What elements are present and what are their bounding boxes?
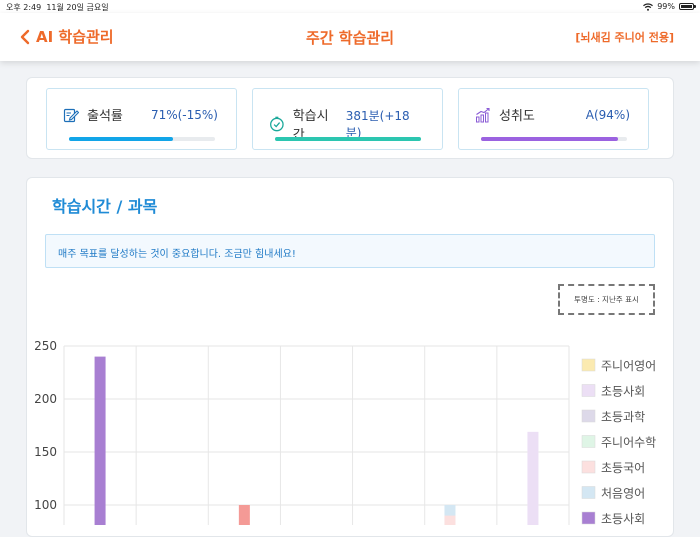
legend-label[interactable]: 처음영어: [601, 487, 645, 501]
legend-swatch: [581, 358, 596, 372]
legend-label[interactable]: 초등과학: [601, 410, 645, 424]
y-tick-label: 100: [34, 498, 57, 512]
legend-swatch: [581, 511, 596, 525]
legend-swatch: [581, 460, 596, 474]
legend-swatch: [581, 409, 596, 423]
legend-label[interactable]: 주니어수학: [601, 436, 656, 450]
legend-swatch: [581, 384, 596, 397]
study-time-chart: 100150200250주니어영어초등사회초등과학주니어수학초등국어처음영어초등…: [34, 339, 656, 525]
bar: [238, 505, 250, 525]
y-tick-label: 150: [34, 445, 57, 459]
bar: [94, 356, 106, 525]
y-tick-label: 200: [34, 392, 57, 406]
y-tick-label: 250: [34, 339, 57, 353]
bar: [527, 431, 539, 525]
legend-swatch: [581, 435, 596, 448]
legend-swatch: [581, 486, 596, 499]
legend-label[interactable]: 초등사회: [601, 385, 645, 399]
legend-label[interactable]: 초등국어: [601, 461, 645, 475]
legend-label[interactable]: 주니어영어: [601, 359, 656, 373]
bar: [444, 515, 456, 525]
legend-label[interactable]: 초등사회: [601, 512, 645, 525]
